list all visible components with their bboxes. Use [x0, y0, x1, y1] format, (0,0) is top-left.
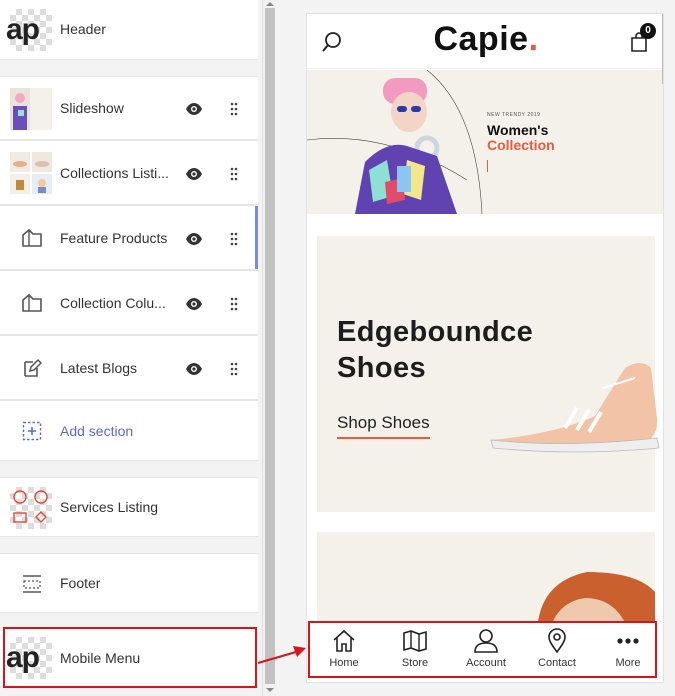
collections-listing-thumbnail: [10, 152, 52, 194]
slideshow-thumbnail: [10, 88, 52, 130]
home-icon: [333, 629, 355, 652]
eye-icon[interactable]: [185, 165, 203, 183]
drag-handle-icon[interactable]: [229, 362, 239, 376]
preview-scrollbar-thumb[interactable]: [662, 14, 663, 84]
store-logo-text: Capie: [433, 20, 529, 58]
mobile-menu-label-store: Store: [401, 657, 429, 669]
section-label-collection-columns: Collection Colu...: [60, 295, 166, 311]
section-item-slideshow[interactable]: Slideshow: [0, 76, 258, 140]
drag-handle-icon[interactable]: [229, 167, 239, 181]
section-item-header[interactable]: ap Header: [0, 0, 258, 60]
scroll-down-arrow[interactable]: [266, 688, 274, 692]
sections-panel: ap Header Slideshow Collections Listi...…: [0, 0, 262, 696]
section-item-collection-columns[interactable]: Collection Colu...: [0, 270, 258, 335]
eye-icon[interactable]: [185, 100, 203, 118]
section-item-collections-listing[interactable]: Collections Listi...: [0, 140, 258, 205]
map-icon: [403, 630, 427, 652]
collection-banner[interactable]: [317, 532, 655, 632]
mobile-menu-item-more[interactable]: More: [598, 625, 658, 677]
sneaker-image: [490, 363, 660, 453]
edit-pencil-icon: [24, 358, 42, 377]
section-item-latest-blogs[interactable]: Latest Blogs: [0, 335, 258, 400]
add-section-icon: [22, 421, 42, 441]
section-label-footer: Footer: [60, 575, 101, 591]
scroll-up-arrow[interactable]: [266, 2, 274, 6]
section-label-latest-blogs: Latest Blogs: [60, 360, 138, 376]
store-logo[interactable]: Capie.: [307, 20, 663, 59]
preview-header: Capie. 0: [307, 14, 663, 69]
section-item-footer[interactable]: Footer: [0, 553, 258, 613]
hero-model-image: [307, 70, 483, 214]
shoe-banner-title-line2: Shoes: [337, 352, 427, 384]
mobile-menu-label-more: More: [615, 657, 641, 669]
section-label-collections-listing: Collections Listi...: [60, 165, 169, 181]
theme-editor: ap Header Slideshow Collections Listi...…: [0, 0, 675, 696]
shop-shoes-link[interactable]: Shop Shoes: [337, 413, 430, 439]
location-pin-icon: [548, 628, 566, 654]
drag-handle-icon[interactable]: [229, 297, 239, 311]
shoe-banner[interactable]: Edgeboundce Shoes Shop Shoes: [317, 236, 660, 512]
eye-icon[interactable]: [185, 360, 203, 378]
scrollbar-thumb[interactable]: [265, 8, 275, 684]
section-item-feature-products[interactable]: Feature Products: [0, 205, 258, 270]
header-thumbnail-text: ap: [6, 13, 40, 46]
hero-kicker: NEW TRENDY 2019: [487, 112, 541, 118]
add-section-button[interactable]: Add section: [0, 400, 258, 461]
section-block-icon: [22, 293, 42, 312]
mobile-menu-bar: Home Store Account Contact More: [308, 621, 657, 678]
mobile-menu-label-contact: Contact: [538, 657, 576, 669]
mobile-preview: Capie. 0 NEW TRENDY 2019 Women's Collect…: [306, 13, 664, 683]
user-icon: [474, 629, 498, 653]
mobile-menu-label-account: Account: [466, 657, 506, 669]
section-item-services-listing[interactable]: Services Listing: [0, 477, 258, 537]
footer-layout-icon: [23, 575, 41, 593]
mobile-menu-label-home: Home: [329, 657, 359, 669]
mobile-menu-item-store[interactable]: Store: [385, 625, 445, 677]
hero-slide[interactable]: NEW TRENDY 2019 Women's Collection: [307, 70, 663, 214]
shoe-banner-title-line1: Edgeboundce: [337, 316, 534, 348]
collections-grid-image: [10, 152, 52, 194]
services-listing-thumbnail: [10, 487, 52, 529]
hero-divider: [487, 160, 488, 172]
mobile-menu-item-account[interactable]: Account: [456, 625, 516, 677]
store-logo-dot: .: [528, 20, 539, 58]
more-dots-icon: [617, 638, 639, 644]
hero-title-line2: Collection: [487, 137, 555, 153]
model-portrait-image: [537, 572, 655, 632]
eye-icon[interactable]: [185, 230, 203, 248]
section-label-feature-products: Feature Products: [60, 230, 168, 246]
section-block-icon: [22, 228, 42, 247]
section-label-services-listing: Services Listing: [60, 499, 159, 515]
add-section-label: Add section: [60, 423, 134, 439]
eye-icon[interactable]: [185, 295, 203, 313]
mobile-menu-item-home[interactable]: Home: [314, 625, 374, 677]
section-label-slideshow: Slideshow: [60, 100, 124, 116]
highlight-box-mobile-menu-item: [3, 627, 257, 688]
section-label-header: Header: [60, 21, 106, 37]
cart-count-badge: 0: [640, 23, 656, 39]
header-thumbnail: ap: [6, 9, 52, 51]
drag-handle-icon[interactable]: [229, 102, 239, 116]
sections-scrollbar[interactable]: [262, 0, 276, 696]
hero-title-line1: Women's: [487, 122, 549, 138]
mobile-menu-item-contact[interactable]: Contact: [527, 625, 587, 677]
slideshow-thumbnail-image: [10, 88, 30, 130]
services-icons-image: [13, 490, 48, 523]
drag-handle-icon[interactable]: [229, 232, 239, 246]
